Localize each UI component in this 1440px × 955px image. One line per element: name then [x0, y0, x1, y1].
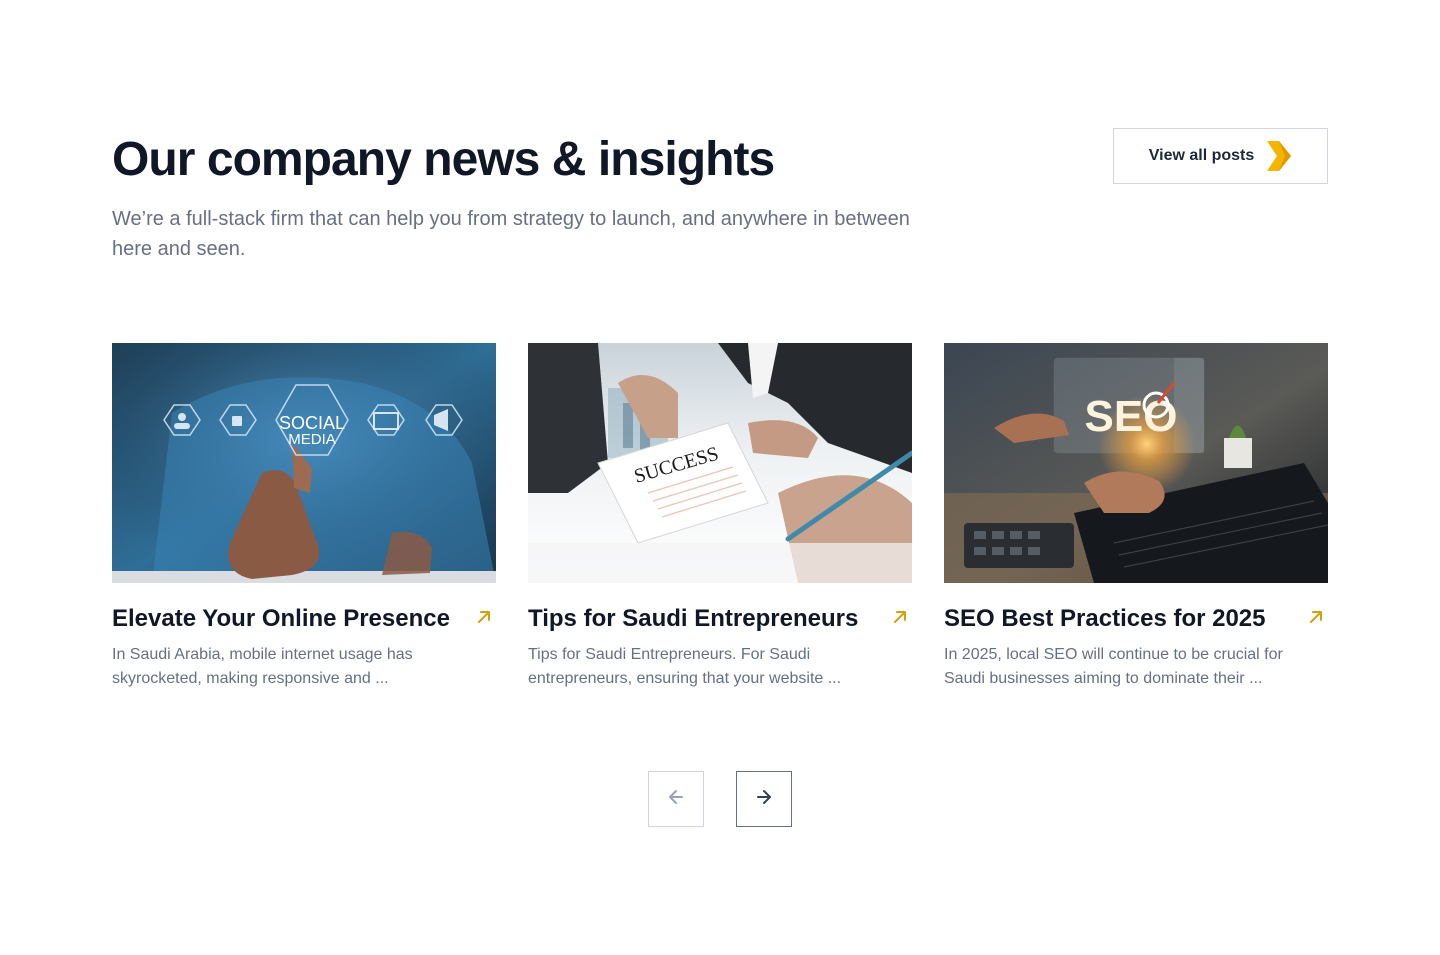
post-image-social-media[interactable]: SOCIAL MEDIA: [112, 343, 496, 583]
post-card[interactable]: SOCIAL MEDIA Elevate Your Online Presenc…: [112, 343, 496, 691]
post-excerpt: Tips for Saudi Entrepreneurs. For Saudi …: [528, 646, 842, 687]
post-card[interactable]: SEO SEO Best Practices for 2025 In 2025,…: [944, 343, 1328, 691]
next-button[interactable]: [736, 771, 792, 827]
social-media-overlay-text-2: MEDIA: [288, 431, 336, 448]
post-title[interactable]: Elevate Your Online Presence: [112, 603, 450, 635]
section-header: Our company news & insights We’re a full…: [112, 128, 1328, 264]
post-title-row: SEO Best Practices for 2025: [944, 603, 1328, 635]
posts-list: SOCIAL MEDIA Elevate Your Online Presenc…: [112, 343, 1328, 691]
post-image-success[interactable]: SUCCESS: [528, 343, 912, 583]
post-title-row: Tips for Saudi Entrepreneurs: [528, 603, 912, 635]
arrow-up-right-icon[interactable]: [1308, 609, 1324, 625]
previous-button[interactable]: [648, 771, 704, 827]
arrow-left-icon: [666, 787, 686, 812]
post-excerpt: In Saudi Arabia, mobile internet usage h…: [112, 646, 413, 687]
news-section: Our company news & insights We’re a full…: [0, 0, 1440, 955]
arrow-up-right-icon[interactable]: [476, 609, 492, 625]
post-card[interactable]: SUCCESS Tips for Saudi Entrepreneurs Tip…: [528, 343, 912, 691]
arrow-up-right-icon[interactable]: [892, 609, 908, 625]
view-all-posts-button[interactable]: View all posts: [1113, 128, 1328, 184]
chevron-right-icon: [1266, 140, 1292, 172]
seo-overlay-text: SEO: [1085, 392, 1178, 441]
post-image-seo[interactable]: SEO: [944, 343, 1328, 583]
post-title-row: Elevate Your Online Presence: [112, 603, 496, 635]
post-title[interactable]: SEO Best Practices for 2025: [944, 603, 1266, 635]
carousel-pager: [648, 771, 792, 827]
social-media-overlay-text-1: SOCIAL: [279, 413, 345, 433]
post-title[interactable]: Tips for Saudi Entrepreneurs: [528, 603, 858, 635]
section-subtitle: We’re a full-stack firm that can help yo…: [112, 208, 910, 260]
arrow-right-icon: [754, 787, 774, 812]
post-excerpt: In 2025, local SEO will continue to be c…: [944, 646, 1283, 687]
view-all-posts-label: View all posts: [1148, 147, 1255, 164]
